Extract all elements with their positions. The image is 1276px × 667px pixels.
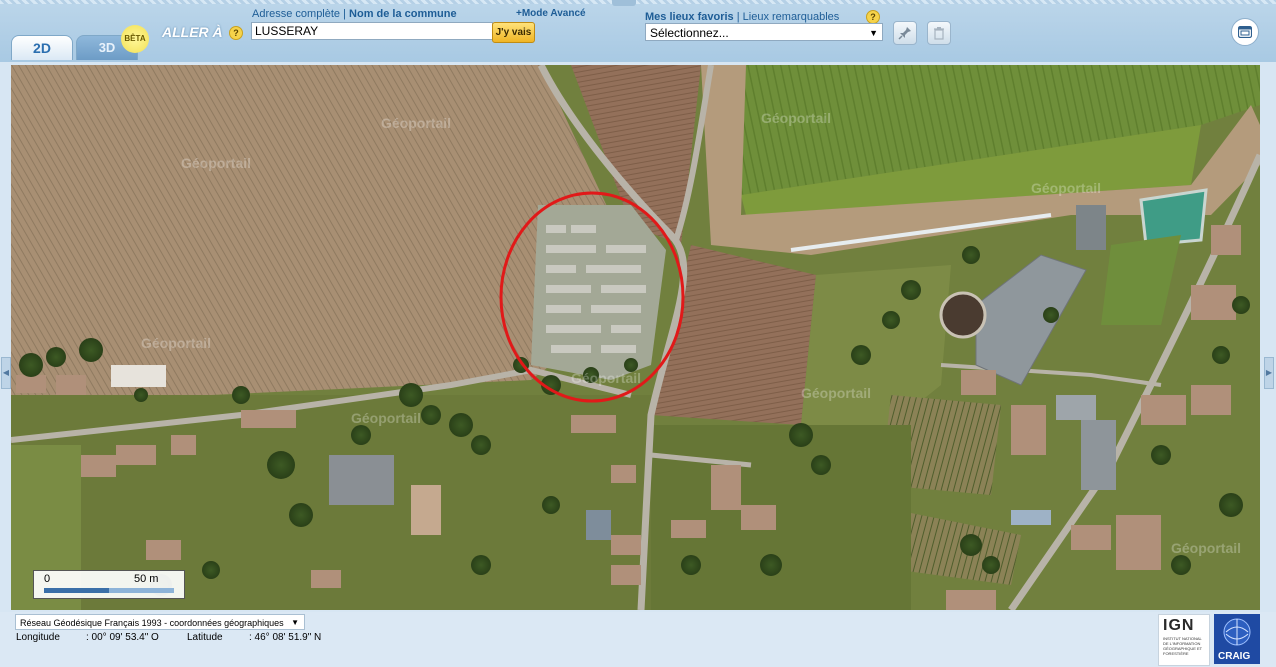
goto-help-icon[interactable]: ? [229, 26, 243, 40]
address-input[interactable]: LUSSERAY [251, 22, 493, 40]
ign-logo[interactable]: IGN INSTITUT NATIONAL DE L'INFORMATION G… [1158, 614, 1210, 666]
full-address-link[interactable]: Adresse complète [252, 8, 340, 20]
remarkable-places-link[interactable]: Lieux remarquables [743, 11, 840, 23]
beta-badge: BÊTA [121, 25, 149, 53]
projection-select[interactable]: Réseau Géodésique Français 1993 - coordo… [15, 614, 305, 630]
window-icon [1238, 26, 1252, 38]
scale-graphic [44, 588, 174, 593]
trash-icon [934, 27, 944, 40]
watermark: Géoportail [381, 115, 452, 131]
delete-favorite-button[interactable] [927, 21, 951, 45]
watermark: Géoportail [571, 370, 642, 386]
collapse-handle[interactable] [612, 0, 636, 6]
tab-2d[interactable]: 2D [11, 35, 73, 60]
separator: | [733, 11, 743, 23]
chevron-down-icon: ▼ [291, 618, 299, 627]
watermark: Géoportail [351, 410, 422, 426]
craig-logo-text: CRAIG [1218, 651, 1251, 662]
latitude-value: : 46° 08' 51.9" N [249, 632, 322, 643]
scale-bar: 0 50 m [33, 570, 185, 599]
craig-logo[interactable]: CRAIG [1214, 614, 1260, 664]
scale-min: 0 [44, 573, 51, 585]
projection-value: Réseau Géodésique Français 1993 - coordo… [20, 618, 284, 628]
ign-logo-text: IGN [1163, 617, 1195, 634]
longitude-value: : 00° 09' 53.4" O [86, 632, 159, 643]
map-area: ◀ ▶ Géoportail Géoportail Géoportail Géo… [0, 62, 1276, 612]
advanced-mode-link[interactable]: +Mode Avancé [516, 8, 586, 19]
favorites-labels: Mes lieux favoris | Lieux remarquables [645, 11, 839, 23]
watermark: Géoportail [801, 385, 872, 401]
window-mode-button[interactable] [1231, 18, 1259, 46]
watermark: Géoportail [761, 110, 832, 126]
separator: | [340, 8, 350, 20]
ign-logo-subtitle: INSTITUT NATIONAL DE L'INFORMATION GÉOGR… [1163, 636, 1203, 656]
top-toolbar: 2D 3D BÊTA ALLER À ? Adresse complète | … [0, 0, 1276, 63]
favorites-link[interactable]: Mes lieux favoris [645, 11, 734, 23]
latitude-label: Latitude [187, 632, 223, 643]
goto-label: ALLER À [162, 24, 223, 40]
watermark: Géoportail [141, 335, 212, 351]
favorites-help-icon[interactable]: ? [866, 10, 880, 24]
scale-max: 50 m [134, 573, 159, 585]
add-favorite-button[interactable] [893, 21, 917, 45]
footer-bar: Réseau Géodésique Français 1993 - coordo… [0, 612, 1276, 667]
favorites-select[interactable]: Sélectionnez... ▼ [645, 23, 883, 41]
watermark: Géoportail [181, 155, 252, 171]
globe-icon [1223, 618, 1251, 646]
aerial-map[interactable]: Géoportail Géoportail Géoportail Géoport… [11, 65, 1260, 610]
pin-icon [898, 27, 911, 40]
address-field-labels: Adresse complète | Nom de la commune [252, 8, 457, 20]
commune-name-link[interactable]: Nom de la commune [349, 8, 457, 20]
chevron-down-icon: ▼ [869, 28, 878, 38]
watermark: Géoportail [1171, 540, 1242, 556]
go-button[interactable]: J'y vais [492, 22, 535, 43]
favorites-select-value: Sélectionnez... [650, 26, 729, 40]
longitude-label: Longitude [16, 632, 60, 643]
watermark: Géoportail [1031, 180, 1102, 196]
right-panel-toggle[interactable]: ▶ [1264, 357, 1274, 389]
left-panel-toggle[interactable]: ◀ [1, 357, 11, 389]
